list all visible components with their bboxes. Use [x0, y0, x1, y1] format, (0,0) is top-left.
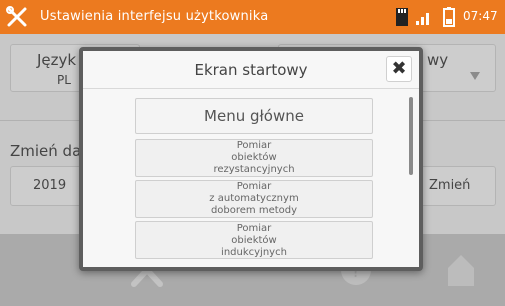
option-main-menu[interactable]: Menu główne [135, 98, 373, 134]
tools-logo-icon [6, 6, 27, 27]
option-auto-method[interactable]: Pomiar z automatycznym doborem metody [135, 180, 373, 218]
battery-icon [443, 7, 455, 27]
scrollbar-thumb[interactable] [409, 97, 413, 175]
close-icon: ✖ [391, 58, 407, 79]
sd-card-icon [396, 8, 408, 26]
clock: 07:47 [463, 9, 498, 23]
option-line: obiektów [231, 152, 277, 163]
option-inductive[interactable]: Pomiar obiektów indukcyjnych [135, 221, 373, 259]
start-screen-dialog: Ekran startowy ✖ Menu główne Pomiar obie… [79, 47, 423, 271]
option-line: Pomiar [236, 181, 272, 192]
option-line: Pomiar [236, 223, 272, 234]
signal-icon [416, 13, 429, 25]
options-list: Menu główne Pomiar obiektów rezystancyjn… [83, 89, 419, 267]
option-line: indukcyjnych [221, 247, 287, 258]
option-resistive[interactable]: Pomiar obiektów rezystancyjnych [135, 139, 373, 177]
dialog-header: Ekran startowy ✖ [83, 51, 419, 89]
window-title: Ustawienia interfejsu użytkownika [40, 9, 269, 24]
option-line: obiektów [231, 235, 277, 246]
option-line: z automatycznym [209, 193, 299, 204]
dialog-title: Ekran startowy [194, 61, 308, 79]
option-line: Pomiar [236, 140, 272, 151]
title-bar: Ustawienia interfejsu użytkownika 07:47 [0, 0, 505, 34]
option-line: doborem metody [210, 205, 298, 216]
option-line: Menu główne [204, 107, 304, 125]
option-line: rezystancyjnych [213, 164, 295, 175]
close-button[interactable]: ✖ [386, 56, 412, 82]
